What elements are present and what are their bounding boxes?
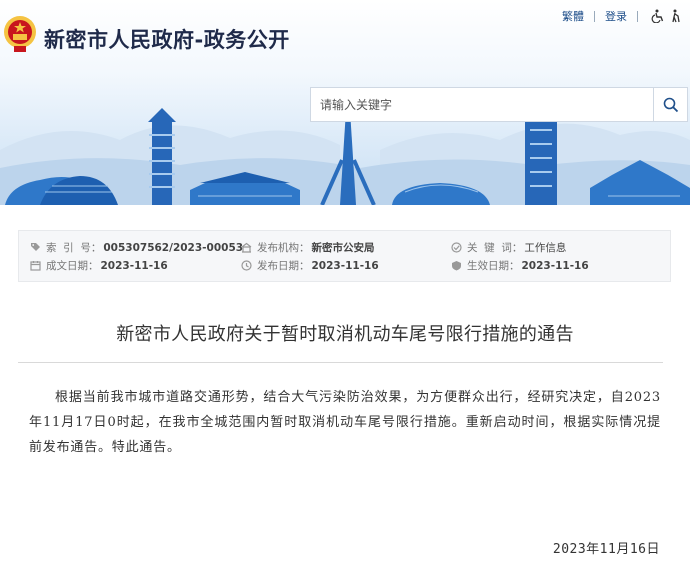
header-banner: 新密市人民政府-政务公开 繁體 登录 (0, 0, 690, 205)
keyword-icon (451, 242, 462, 253)
meta-effective-date: 生效日期： 2023-11-16 (451, 258, 589, 273)
meta-keywords: 关 键 词： 工作信息 (451, 240, 566, 255)
building-icon (241, 242, 252, 253)
national-emblem-icon (4, 16, 36, 52)
meta-index-number: 索 引 号： 005307562/2023-00053 (30, 240, 243, 255)
calendar-icon (30, 260, 41, 271)
search-icon (663, 97, 678, 112)
tag-icon (30, 242, 41, 253)
article-title: 新密市人民政府关于暂时取消机动车尾号限行措施的通告 (116, 324, 574, 345)
site-title[interactable]: 新密市人民政府-政务公开 (44, 24, 290, 54)
divider (637, 10, 638, 22)
login-link[interactable]: 登录 (605, 8, 627, 24)
search-button[interactable] (653, 88, 687, 121)
traditional-chinese-link[interactable]: 繁體 (562, 8, 584, 24)
search-box (310, 87, 688, 122)
meta-publishing-org: 发布机构： 新密市公安局 (241, 240, 375, 255)
meta-created-date: 成文日期： 2023-11-16 (30, 258, 168, 273)
article-date: 2023年11月16日 (552, 542, 660, 557)
accessibility-icon[interactable] (650, 8, 666, 24)
article-body: 根据当前我市城市道路交通形势，结合大气污染防治效果，为方便群众出行，经研究决定，… (29, 390, 661, 455)
search-input[interactable] (311, 88, 653, 121)
title-divider (18, 362, 663, 363)
top-links: 繁體 登录 (562, 8, 684, 24)
clock-icon (241, 260, 252, 271)
elder-mode-icon[interactable] (668, 8, 684, 24)
meta-published-date: 发布日期： 2023-11-16 (241, 258, 379, 273)
effective-icon (451, 260, 462, 271)
divider (594, 10, 595, 22)
document-meta-box: 索 引 号： 005307562/2023-00053 发布机构： 新密市公安局… (18, 230, 671, 282)
